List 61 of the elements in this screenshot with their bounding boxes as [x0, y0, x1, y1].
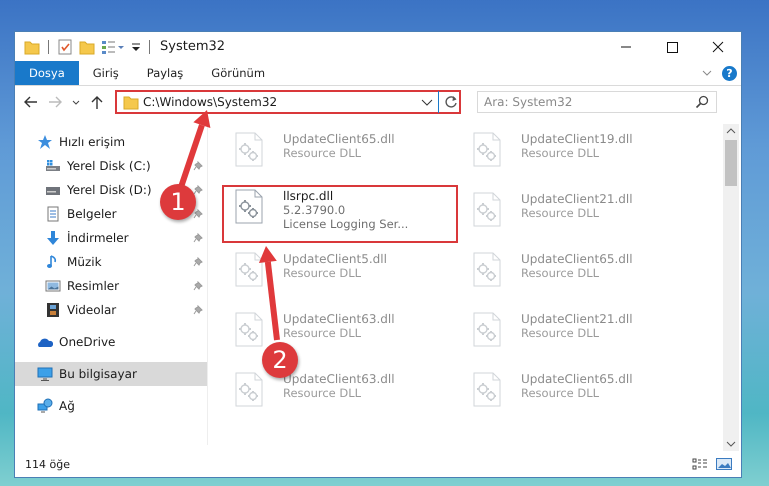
- file-detail: Resource DLL: [283, 266, 362, 280]
- sidebar-item[interactable]: Videolar: [67, 303, 116, 317]
- sidebar-item[interactable]: Bu bilgisayar: [15, 362, 207, 386]
- sidebar-item[interactable]: Müzik: [67, 255, 102, 269]
- ribbon-tab[interactable]: Dosya: [15, 61, 79, 85]
- scroll-thumb[interactable]: [725, 140, 737, 186]
- sidebar-item[interactable]: İndirmeler: [67, 231, 129, 245]
- star-icon: [37, 134, 53, 150]
- folder-icon: [123, 94, 139, 110]
- properties-icon[interactable]: [57, 38, 73, 54]
- document-icon: [45, 206, 61, 222]
- file-detail: Resource DLL: [521, 146, 600, 160]
- back-arrow-icon[interactable]: [23, 94, 39, 110]
- file-detail: Resource DLL: [283, 146, 362, 160]
- new-folder-icon[interactable]: [79, 38, 95, 54]
- search-field[interactable]: Ara: System32: [477, 91, 717, 113]
- pin-icon[interactable]: [193, 209, 203, 219]
- up-arrow-icon[interactable]: [89, 94, 105, 110]
- pin-icon[interactable]: [193, 233, 203, 243]
- sidebar-item[interactable]: Hızlı erişim: [15, 130, 207, 154]
- ribbon-tab[interactable]: Paylaş: [132, 61, 198, 85]
- ribbon-tab[interactable]: Giriş: [78, 61, 133, 85]
- sidebar-item[interactable]: OneDrive: [15, 330, 207, 354]
- file-detail: Resource DLL: [283, 326, 362, 340]
- sidebar-item[interactable]: Yerel Disk (D:): [67, 183, 152, 197]
- details-view-icon[interactable]: [691, 457, 709, 471]
- network-icon: [37, 398, 53, 414]
- refresh-icon[interactable]: [443, 94, 459, 110]
- file-detail: License Logging Ser...: [283, 217, 408, 231]
- large-icons-view-icon[interactable]: [715, 457, 733, 471]
- film-icon: [45, 302, 61, 318]
- view-options-icon[interactable]: [101, 38, 125, 54]
- sidebar-item[interactable]: Belgeler: [67, 207, 117, 221]
- pin-icon[interactable]: [193, 281, 203, 291]
- down-arrow-icon: [45, 230, 61, 246]
- help-button[interactable]: ?: [722, 66, 737, 80]
- pin-icon[interactable]: [193, 161, 203, 171]
- file-detail: 5.2.3790.0: [283, 203, 346, 217]
- monitor-icon: [37, 366, 53, 382]
- folder-icon[interactable]: [24, 38, 40, 54]
- file-detail: Resource DLL: [283, 386, 362, 400]
- sidebar-item[interactable]: Yerel Disk (C:): [67, 159, 151, 173]
- file-detail: Resource DLL: [521, 326, 600, 340]
- drive-icon: [45, 158, 61, 174]
- pin-icon[interactable]: [193, 185, 203, 195]
- pin-icon[interactable]: [193, 305, 203, 315]
- sidebar-item[interactable]: Resimler: [67, 279, 120, 293]
- ribbon-tab[interactable]: Görünüm: [197, 61, 280, 85]
- vertical-scrollbar[interactable]: [723, 124, 739, 451]
- file-detail: Resource DLL: [521, 266, 600, 280]
- item-count: 114 öğe: [25, 458, 70, 470]
- file-detail: Resource DLL: [521, 206, 600, 220]
- search-icon[interactable]: [695, 95, 709, 109]
- file-name[interactable]: llsrpc.dll: [283, 189, 408, 203]
- gear-file-icon[interactable]: [235, 189, 263, 224]
- sidebar-item[interactable]: Ağ: [15, 394, 207, 418]
- window-title: System32: [160, 39, 226, 54]
- file-detail: Resource DLL: [521, 386, 600, 400]
- pin-icon[interactable]: [193, 257, 203, 267]
- address-bar[interactable]: C:\Windows\System32: [115, 90, 461, 114]
- picture-icon: [45, 278, 61, 294]
